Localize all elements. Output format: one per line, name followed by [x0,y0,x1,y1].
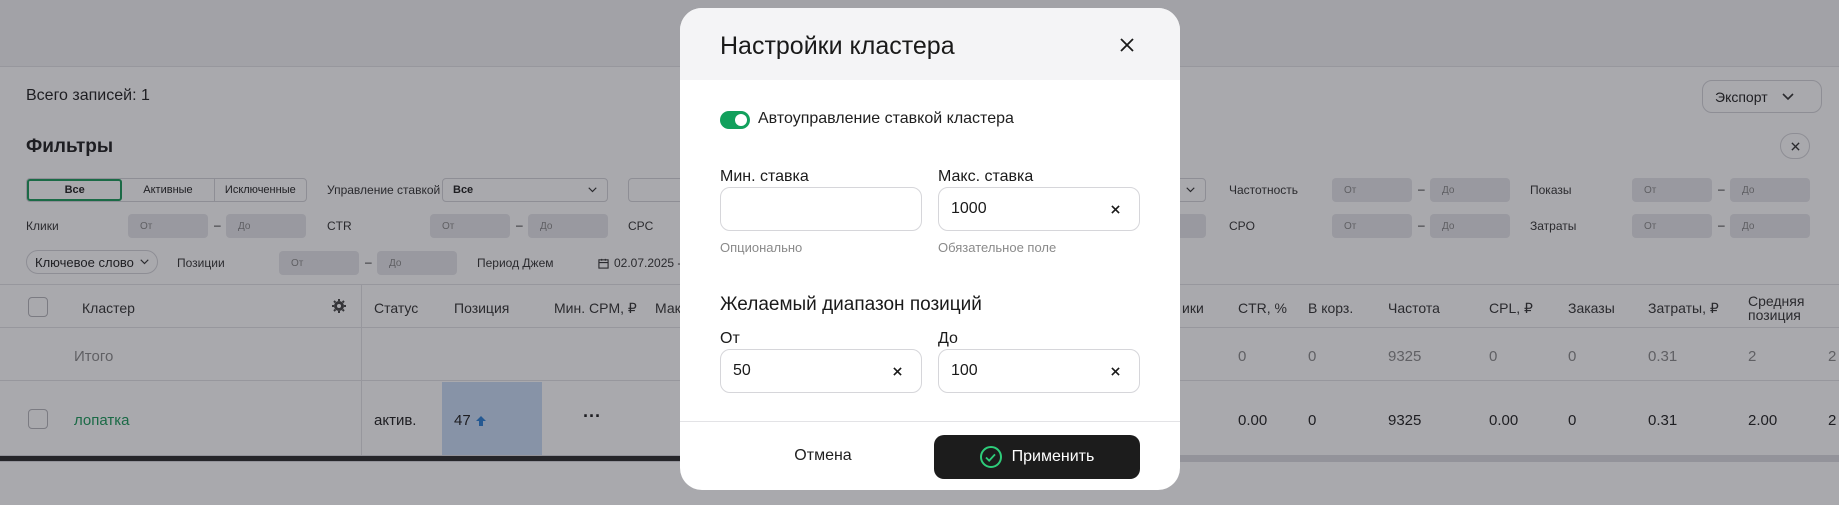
max-bid-label: Макс. ставка [938,168,1034,185]
clear-range-to-button[interactable] [1107,363,1123,379]
modal-title: Настройки кластера [720,32,955,60]
clear-range-from-button[interactable] [889,363,905,379]
min-bid-label: Мин. ставка [720,168,809,185]
close-icon [1110,366,1120,376]
range-section-title: Желаемый диапазон позиций [720,294,982,315]
range-from-input[interactable]: 50 [720,349,922,393]
max-bid-hint: Обязательное поле [938,240,1057,255]
range-from-label: От [720,330,740,347]
close-icon [892,366,902,376]
apply-button[interactable]: Применить [934,435,1140,479]
min-bid-input[interactable] [720,187,922,231]
range-to-input[interactable]: 100 [938,349,1140,393]
max-bid-input[interactable]: 1000 [938,187,1140,231]
min-bid-hint: Опционально [720,240,803,255]
check-circle-icon [979,446,1002,468]
cluster-settings-modal: Настройки кластера Автоуправление ставко… [680,8,1180,490]
auto-bid-label: Автоуправление ставкой кластера [758,110,1014,127]
cancel-button[interactable]: Отмена [793,447,853,465]
modal-close-button[interactable] [1112,30,1142,60]
close-icon [1120,38,1134,52]
auto-bid-toggle[interactable] [720,111,750,129]
range-to-label: До [938,330,958,347]
close-icon [1110,204,1120,214]
clear-max-bid-button[interactable] [1107,201,1123,217]
apply-label: Применить [1011,448,1095,465]
